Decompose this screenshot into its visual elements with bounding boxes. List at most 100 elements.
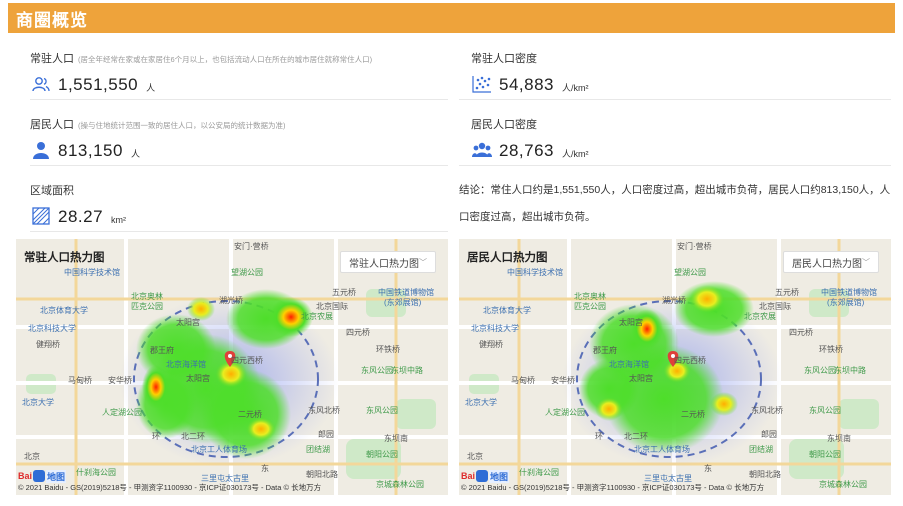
- stat-household-population: 居民人口 (操与住地统计范围一致的居住人口，以公安局的统计数据为准) 813,1…: [30, 116, 286, 160]
- heatmap-type-select[interactable]: 常驻人口热力图 ﹀: [340, 251, 436, 273]
- map-label: 环铁桥: [376, 345, 400, 354]
- map-label: 匹克公园: [131, 302, 163, 311]
- map-label: 太阳宫: [629, 374, 653, 383]
- stat-value: 54,883: [499, 75, 554, 94]
- map-label: 京城森林公园: [819, 480, 867, 489]
- map-label: 安门·营桥: [677, 242, 712, 251]
- stat-household-density: 居民人口密度 28,763 人/km²: [471, 116, 589, 160]
- map-label: 团结湖: [749, 445, 773, 454]
- divider: [30, 99, 448, 100]
- map-label: 湖光桥: [662, 296, 686, 305]
- map-label: 朝阳北路: [306, 470, 338, 479]
- map-label: 北京农展: [744, 312, 776, 321]
- map-label: 太阳宫: [619, 318, 643, 327]
- map-label: 东: [704, 464, 712, 473]
- map-label: 朝阳北路: [749, 470, 781, 479]
- stat-unit: 人: [130, 149, 140, 159]
- stat-value: 1,551,550: [58, 75, 139, 94]
- map-label: 北京科技大学: [471, 324, 519, 333]
- map-label: 安华桥: [551, 376, 575, 385]
- map-label: 东风公园: [804, 366, 836, 375]
- map-label: 郎园: [318, 430, 334, 439]
- map-label: 人定湖公园: [102, 408, 142, 417]
- map-label: 环: [595, 432, 603, 441]
- map-label: 望湖公园: [231, 268, 263, 277]
- map-label: 中国科学技术馆: [507, 268, 563, 277]
- map-label: 四元桥: [789, 328, 813, 337]
- map-label: 朝阳公园: [809, 450, 841, 459]
- stat-label: 居民人口密度: [471, 119, 537, 131]
- map-label: 什刹海公园: [76, 468, 116, 477]
- map-label: 郡王府: [150, 346, 174, 355]
- map-label: 团结湖: [306, 445, 330, 454]
- map-label: 北京科技大学: [28, 324, 76, 333]
- baidu-map-logo: Bai 地图: [461, 469, 510, 483]
- stat-area: 区域面积 28.27 km²: [30, 182, 126, 226]
- baidu-map-logo: Bai 地图: [18, 469, 67, 483]
- baidu-paw-icon: [33, 470, 46, 482]
- map-label: 北京海洋馆: [166, 360, 206, 369]
- map-label: 马甸桥: [68, 376, 92, 385]
- map-label: 马甸桥: [511, 376, 535, 385]
- map-label: 北京大学: [465, 398, 497, 407]
- map-label: 五元桥: [775, 288, 799, 297]
- page-title: 商圈概览: [16, 10, 88, 30]
- map-label: 东: [261, 464, 269, 473]
- divider: [459, 165, 891, 166]
- map-label: 北二环: [181, 432, 205, 441]
- map-label: 东坝南: [384, 434, 408, 443]
- stat-unit: 人: [146, 83, 156, 93]
- map-label: 望湖公园: [674, 268, 706, 277]
- map-label: 北京农展: [301, 312, 333, 321]
- map-label: 东风公园: [809, 406, 841, 415]
- map-label: 北京: [24, 452, 40, 461]
- map-label: 北京大学: [22, 398, 54, 407]
- map-label: 五元桥: [332, 288, 356, 297]
- map-label: 什刹海公园: [519, 468, 559, 477]
- map-label: 北京工人体育场: [634, 445, 690, 454]
- stat-note: (操与住地统计范围一致的居住人口，以公安局的统计数据为准): [78, 121, 286, 130]
- map-label: 环: [152, 432, 160, 441]
- page-header: 商圈概览: [8, 3, 895, 33]
- map-label: 健翔桥: [36, 340, 60, 349]
- map-label: 太阳宫: [176, 318, 200, 327]
- stat-value: 28.27: [58, 207, 104, 226]
- map-label: 北京工人体育场: [191, 445, 247, 454]
- resident-heatmap[interactable]: 常驻人口热力图 常驻人口热力图 ﹀ 安门·营桥 中国科学技术馆 望湖公园 北京奥…: [16, 239, 448, 495]
- select-value: 常驻人口热力图: [349, 258, 419, 270]
- heatmap-type-select[interactable]: 居民人口热力图 ﹀: [783, 251, 879, 273]
- map-label: 四元西桥: [674, 356, 706, 365]
- users-outline-icon: [30, 74, 52, 94]
- map-label: 郎园: [761, 430, 777, 439]
- map-label: 二元桥: [238, 410, 262, 419]
- map-label: 北二环: [624, 432, 648, 441]
- map-label: 四元西桥: [231, 356, 263, 365]
- map-label: 京城森林公园: [376, 480, 424, 489]
- map-label: 匹克公园: [574, 302, 606, 311]
- chevron-down-icon: ﹀: [419, 258, 427, 267]
- map-label: 安门·营桥: [234, 242, 269, 251]
- map-label: 安华桥: [108, 376, 132, 385]
- area-hatch-icon: [30, 206, 52, 226]
- map-label: 东风北桥: [308, 406, 340, 415]
- stat-label: 居民人口: [30, 119, 74, 131]
- map-label: 东坝中路: [834, 366, 866, 375]
- map-label: 东风公园: [361, 366, 393, 375]
- household-heatmap[interactable]: 居民人口热力图 居民人口热力图 ﹀ 安门·营桥 中国科学技术馆 望湖公园 北京奥…: [459, 239, 891, 495]
- map-label: 东风公园: [366, 406, 398, 415]
- map-label: 东坝中路: [391, 366, 423, 375]
- divider: [30, 165, 448, 166]
- map-label: (东郊展馆): [384, 298, 422, 307]
- group-filled-icon: [471, 140, 493, 160]
- map-label: 北京体育大学: [483, 306, 531, 315]
- map-label: 北京海洋馆: [609, 360, 649, 369]
- stat-unit: km²: [111, 215, 127, 225]
- map-label: 人定湖公园: [545, 408, 585, 417]
- user-filled-icon: [30, 140, 52, 160]
- stat-label: 常驻人口: [30, 53, 74, 65]
- stat-resident-population: 常驻人口 (居全年经常在家或在家居住6个月以上，也包括流动人口在所在的城市居住就…: [30, 50, 372, 94]
- stat-label: 常驻人口密度: [471, 53, 537, 65]
- stat-label: 区域面积: [30, 185, 74, 197]
- divider: [459, 99, 891, 100]
- map-label: 北京体育大学: [40, 306, 88, 315]
